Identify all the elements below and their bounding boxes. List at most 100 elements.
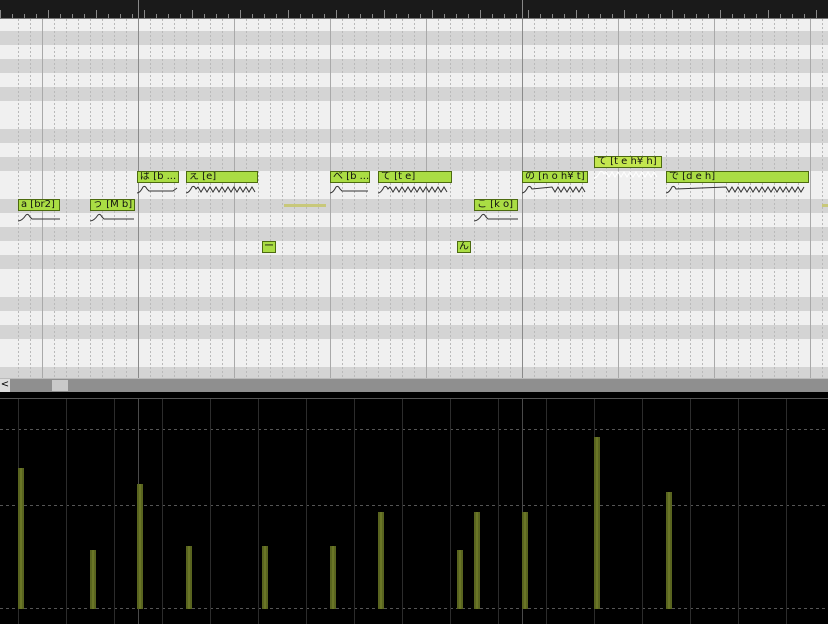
grid-line: [246, 19, 247, 378]
note-n[interactable]: ん: [457, 241, 471, 253]
grid-line: [702, 19, 703, 378]
velocity-bar[interactable]: [666, 492, 672, 609]
ruler-tick: [768, 10, 769, 18]
velocity-bar[interactable]: [457, 550, 463, 609]
velocity-bar[interactable]: [262, 546, 268, 609]
note-no[interactable]: の [n o h¥ t]: [522, 171, 588, 183]
note-te[interactable]: て [t e]: [378, 171, 452, 183]
grid-line: [726, 19, 727, 378]
velocity-beat-line: [114, 399, 115, 624]
velocity-bar[interactable]: [186, 546, 192, 609]
velocity-bar[interactable]: [522, 512, 528, 609]
horizontal-scrollbar[interactable]: <: [0, 378, 828, 392]
pitch-curve: [17, 213, 60, 222]
ruler-tick: [96, 10, 97, 18]
ruler-tick: [744, 14, 745, 18]
grid-line: [822, 19, 823, 378]
vibrato-curve: [377, 185, 448, 194]
grid-line: [738, 19, 739, 378]
velocity-bar[interactable]: [137, 484, 143, 609]
note-edge-marker: [822, 204, 828, 207]
grid-line: [750, 19, 751, 378]
grid-line: [174, 19, 175, 378]
ruler-tick: [12, 14, 13, 18]
timeline-ruler[interactable]: [0, 0, 828, 19]
pitch-curve: [329, 185, 368, 194]
velocity-pane[interactable]: [0, 398, 828, 624]
velocity-bar[interactable]: [474, 512, 480, 609]
beat-line: [426, 19, 427, 378]
beat-line: [234, 19, 235, 378]
grid-line: [594, 19, 595, 378]
ruler-tick: [540, 14, 541, 18]
piano-roll-grid[interactable]: a [br2] う [M b] ば [b ... え [e] ー べ [b ..…: [0, 19, 828, 378]
ruler-tick: [708, 14, 709, 18]
ruler-tick: [360, 14, 361, 18]
grid-line: [666, 19, 667, 378]
velocity-beat-line: [162, 399, 163, 624]
velocity-beat-line: [354, 399, 355, 624]
grid-line: [222, 19, 223, 378]
ruler-tick: [288, 10, 289, 18]
beat-line: [714, 19, 715, 378]
ruler-tick: [84, 14, 85, 18]
grid-line: [186, 19, 187, 378]
grid-line: [198, 19, 199, 378]
note-e[interactable]: え [e]: [186, 171, 258, 183]
ruler-tick: [792, 14, 793, 18]
ruler-tick: [420, 14, 421, 18]
grid-line: [774, 19, 775, 378]
ruler-tick: [300, 14, 301, 18]
ruler-tick: [516, 14, 517, 18]
velocity-gridline: [0, 608, 828, 609]
ruler-tick: [276, 14, 277, 18]
ruler-tick: [72, 14, 73, 18]
ruler-tick: [168, 14, 169, 18]
ruler-tick: [108, 14, 109, 18]
pitch-curve: [473, 213, 518, 222]
ruler-tick: [372, 14, 373, 18]
velocity-bar[interactable]: [330, 546, 336, 609]
grid-line: [678, 19, 679, 378]
velocity-bar[interactable]: [90, 550, 96, 609]
ruler-tick: [264, 14, 265, 18]
bar-line: [138, 19, 139, 378]
velocity-bar[interactable]: [594, 437, 600, 609]
grid-line: [150, 19, 151, 378]
beat-line: [618, 19, 619, 378]
velocity-bar[interactable]: [18, 468, 24, 609]
velocity-beat-line: [738, 399, 739, 624]
ruler-tick: [444, 14, 445, 18]
grid-line: [282, 19, 283, 378]
grid-line: [558, 19, 559, 378]
grid-line: [654, 19, 655, 378]
scroll-thumb[interactable]: [52, 380, 68, 391]
note-be[interactable]: べ [b ...: [330, 171, 370, 183]
ruler-tick: [588, 14, 589, 18]
grid-line: [78, 19, 79, 378]
note-ba[interactable]: ば [b ...: [137, 171, 179, 183]
velocity-beat-line: [546, 399, 547, 624]
scroll-left-button[interactable]: <: [0, 379, 10, 392]
note-a-br2[interactable]: a [br2]: [18, 199, 60, 211]
ruler-tick: [624, 10, 625, 18]
note-long-dash[interactable]: ー: [262, 241, 276, 253]
note-ko[interactable]: こ [k o]: [474, 199, 518, 211]
ruler-tick: [804, 14, 805, 18]
velocity-beat-line: [690, 399, 691, 624]
ruler-tick: [564, 14, 565, 18]
ruler-tick: [384, 10, 385, 18]
grid-line: [318, 19, 319, 378]
note-u-mb[interactable]: う [M b]: [90, 199, 135, 211]
grid-line: [534, 19, 535, 378]
note-de[interactable]: で [d e h]: [666, 171, 809, 183]
ruler-tick: [24, 14, 25, 18]
grid-line: [546, 19, 547, 378]
grid-line: [630, 19, 631, 378]
ruler-tick: [324, 14, 325, 18]
grid-line: [366, 19, 367, 378]
velocity-bar[interactable]: [378, 512, 384, 609]
beat-line: [810, 19, 811, 378]
note-te2[interactable]: て [t e h¥ h]: [594, 156, 662, 168]
ruler-tick: [492, 14, 493, 18]
